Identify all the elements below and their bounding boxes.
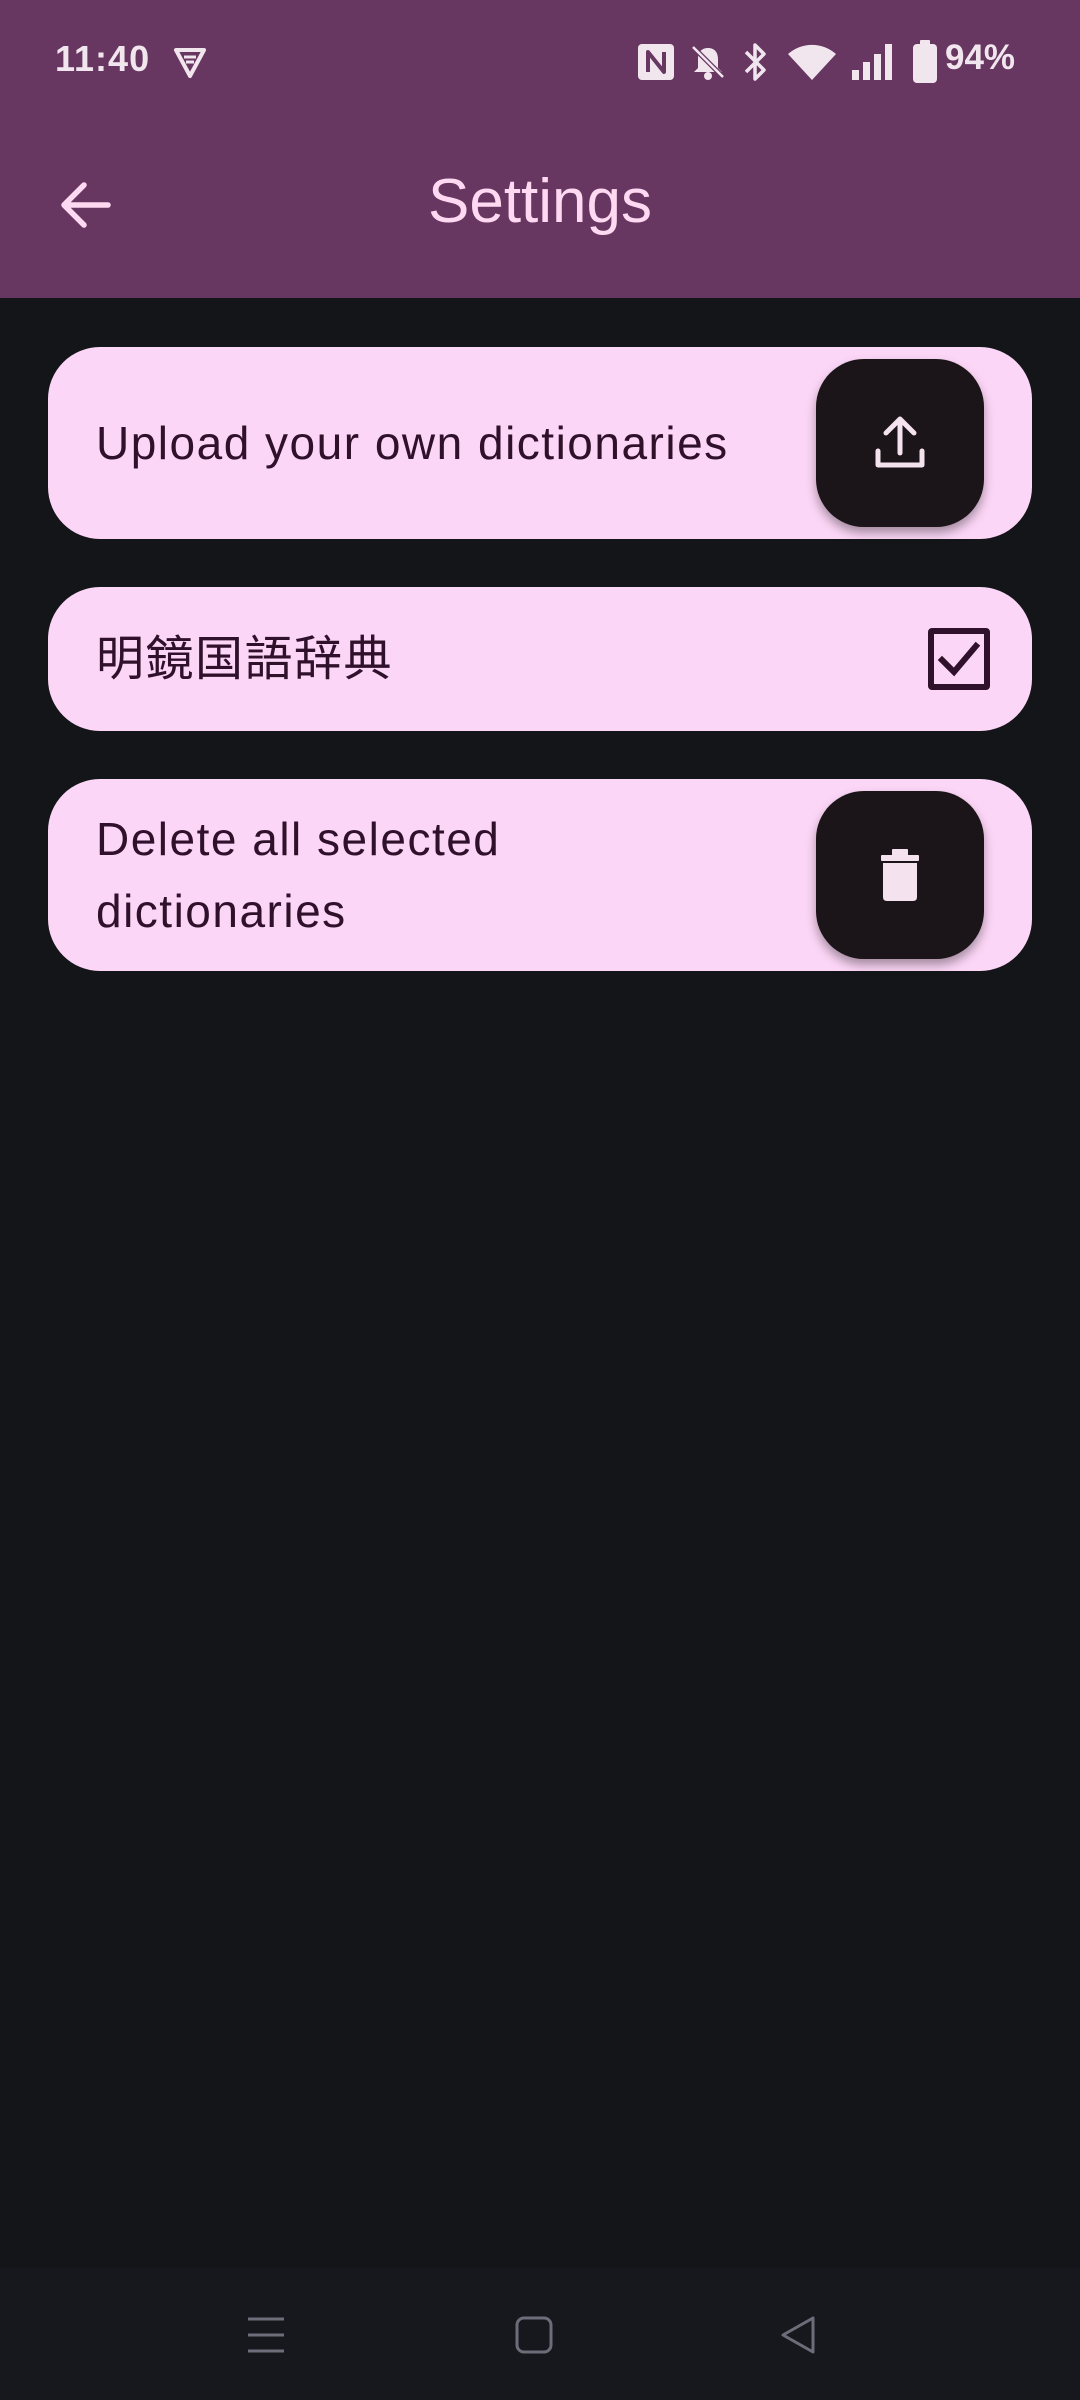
back-button[interactable] [40, 160, 130, 250]
nav-menu-button[interactable] [231, 2300, 301, 2370]
vpn-shield-icon [174, 48, 206, 78]
upload-icon [875, 416, 925, 468]
page-title: Settings [427, 167, 653, 236]
trash-icon [881, 849, 919, 901]
battery-icon [913, 40, 937, 83]
arrow-left-icon [61, 182, 111, 228]
upload-dictionaries-card: Upload your own dictionaries [48, 347, 1032, 539]
checkmark-icon [937, 641, 981, 677]
settings-screen: 11:40 94% Settings Upload your own dicti… [0, 0, 1080, 2400]
upload-button[interactable] [816, 359, 984, 527]
nfc-icon [638, 44, 674, 80]
home-icon [515, 2316, 553, 2354]
delete-button[interactable] [816, 791, 984, 959]
battery-percentage: 94% [945, 38, 1016, 77]
back-triangle-icon [781, 2316, 815, 2354]
dictionary-checkbox[interactable] [928, 628, 990, 690]
nav-home-button[interactable] [499, 2300, 569, 2370]
header: 11:40 94% Settings [0, 0, 1080, 298]
wifi-icon [788, 44, 836, 80]
dictionary-name: 明鏡国語辞典 [96, 631, 394, 687]
nav-back-button[interactable] [764, 2300, 834, 2370]
bluetooth-icon [744, 43, 766, 81]
bell-off-icon [691, 45, 725, 80]
status-time: 11:40 [55, 38, 151, 79]
app-bar: Settings [0, 124, 1080, 298]
delete-dictionaries-label: Delete all selected dictionaries [96, 813, 501, 937]
delete-dictionaries-card: Delete all selected dictionaries [48, 779, 1032, 971]
status-bar: 11:40 94% [0, 0, 1080, 124]
dictionary-item[interactable]: 明鏡国語辞典 [48, 587, 1032, 731]
cellular-signal-icon [852, 44, 892, 80]
upload-dictionaries-label: Upload your own dictionaries [96, 417, 729, 469]
system-navigation-bar [0, 2268, 1080, 2400]
menu-icon [248, 2317, 284, 2353]
